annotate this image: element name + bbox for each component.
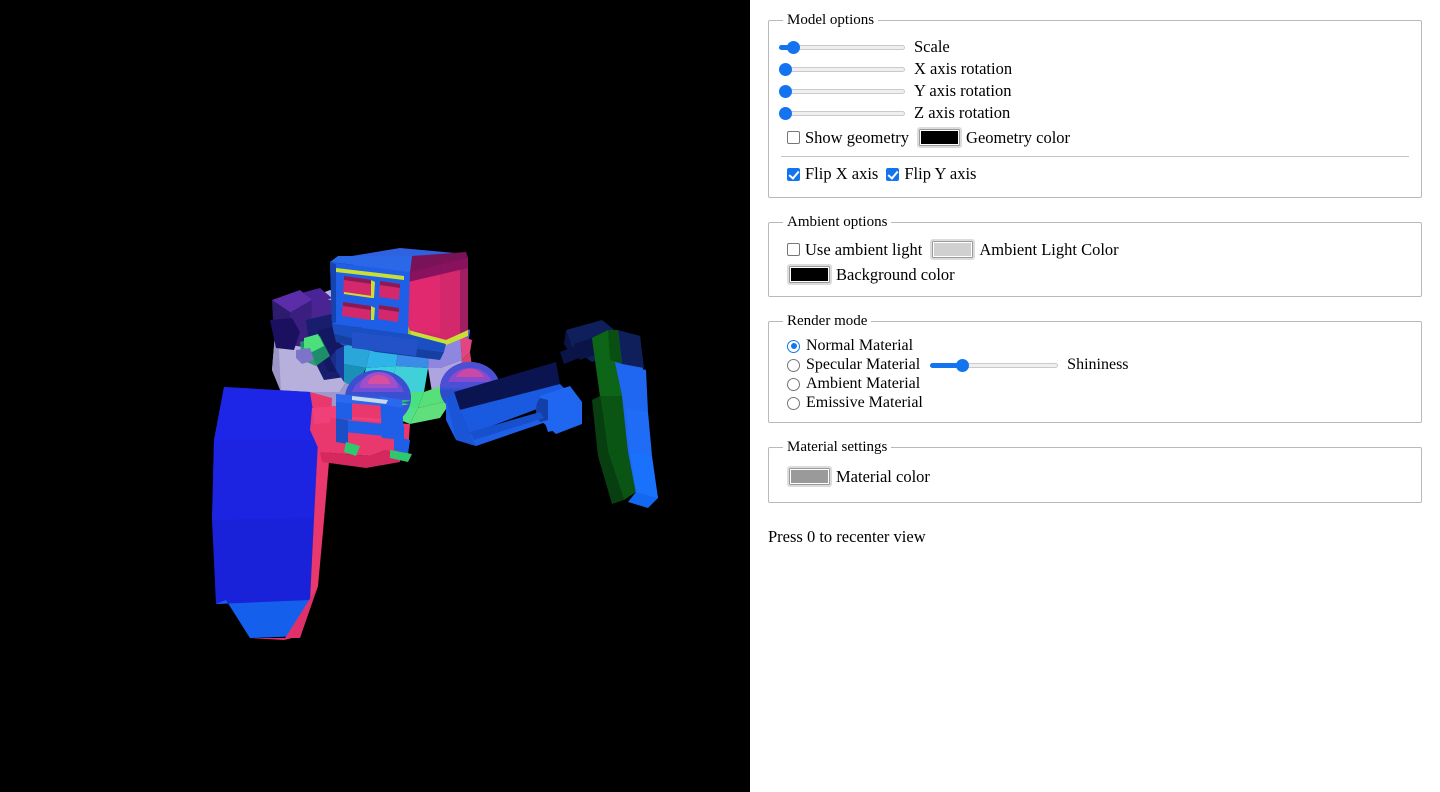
scale-slider-thumb[interactable]: [787, 41, 800, 54]
z-rotation-slider-row: Z axis rotation: [779, 103, 1411, 123]
shininess-slider[interactable]: [930, 357, 1059, 373]
show-geometry-checkbox[interactable]: [787, 131, 800, 144]
background-color-swatch[interactable]: [787, 264, 832, 285]
shininess-slider-thumb[interactable]: [956, 359, 970, 372]
use-ambient-light-checkbox[interactable]: [787, 243, 800, 256]
radio-emissive-material[interactable]: [787, 396, 800, 410]
scale-slider-label: Scale: [914, 37, 950, 56]
y-axis-rotation-slider-thumb[interactable]: [779, 85, 792, 98]
ambient-light-color-label: Ambient Light Color: [979, 239, 1119, 259]
flip-y-axis-checkbox[interactable]: [886, 167, 900, 181]
show-geometry-row: Show geometry Geometry color: [779, 127, 1411, 148]
z-axis-rotation-slider[interactable]: [779, 105, 905, 121]
y-rotation-slider-row: Y axis rotation: [779, 81, 1411, 101]
x-rotation-slider-row: X axis rotation: [779, 59, 1411, 79]
ambient-light-color-swatch[interactable]: [930, 239, 976, 260]
use-ambient-light-label: Use ambient light: [805, 239, 923, 259]
scale-slider[interactable]: [779, 39, 905, 55]
flip-x-axis-checkbox[interactable]: [787, 167, 800, 181]
background-color-label: Background color: [836, 264, 955, 284]
y-axis-rotation-slider[interactable]: [779, 83, 905, 99]
x-axis-rotation-slider-thumb[interactable]: [779, 63, 792, 76]
z-axis-rotation-slider-thumb[interactable]: [779, 107, 792, 120]
geometry-color-label: Geometry color: [966, 127, 1071, 147]
render-mode-option-normal-row: Normal Material: [779, 337, 1411, 355]
y-axis-rotation-slider-track: [779, 89, 905, 94]
radio-emissive-material-label: Emissive Material: [806, 394, 923, 411]
show-geometry-label: Show geometry: [805, 127, 910, 147]
material-color-label: Material color: [836, 466, 930, 486]
control-panel: Model options Scale X axis rotation Y ax…: [750, 0, 1440, 792]
render-mode-legend: Render mode: [787, 313, 868, 329]
material-color-row: Material color: [779, 466, 1411, 487]
recenter-hint: Press 0 to recenter view: [768, 527, 926, 546]
app-root: Model options Scale X axis rotation Y ax…: [0, 0, 1440, 792]
material-settings-legend: Material settings: [787, 439, 888, 455]
geometry-color-value: [921, 131, 959, 144]
render-mode-option-emissive-row: Emissive Material: [779, 394, 1411, 412]
background-color-value: [791, 268, 828, 281]
z-axis-rotation-label: Z axis rotation: [914, 103, 1011, 122]
ambient-light-color-value: [934, 243, 972, 256]
x-axis-rotation-slider-track: [779, 67, 905, 72]
ambient-options-legend: Ambient options: [787, 214, 888, 230]
model-options-fieldset: Model options Scale X axis rotation Y ax…: [768, 12, 1422, 198]
radio-ambient-material-label: Ambient Material: [806, 375, 921, 392]
flip-y-axis-label: Flip Y axis: [904, 164, 977, 183]
y-axis-rotation-label: Y axis rotation: [914, 81, 1012, 100]
radio-ambient-material[interactable]: [787, 377, 800, 391]
z-axis-rotation-slider-track: [779, 111, 905, 116]
x-axis-rotation-slider[interactable]: [779, 61, 905, 77]
radio-normal-material-label: Normal Material: [806, 337, 914, 354]
render-mode-option-ambient-row: Ambient Material: [779, 375, 1411, 393]
model-render[interactable]: [0, 0, 750, 792]
shininess-label: Shininess: [1067, 356, 1129, 373]
render-mode-fieldset: Render mode Normal Material Specular Mat…: [768, 313, 1422, 423]
x-axis-rotation-label: X axis rotation: [914, 59, 1013, 78]
radio-specular-material[interactable]: [787, 358, 800, 372]
use-ambient-light-row: Use ambient light Ambient Light Color: [779, 239, 1411, 260]
model-options-separator: [781, 156, 1409, 157]
radio-specular-material-label: Specular Material: [806, 356, 921, 373]
model-options-legend: Model options: [787, 12, 875, 28]
scale-slider-row: Scale: [779, 37, 1411, 57]
geometry-color-swatch[interactable]: [917, 127, 963, 148]
ambient-options-fieldset: Ambient options Use ambient light Ambien…: [768, 214, 1422, 297]
flip-x-axis-label: Flip X axis: [805, 164, 879, 183]
3d-model-viewport[interactable]: [0, 0, 750, 792]
material-color-value: [791, 470, 828, 483]
material-color-swatch[interactable]: [787, 466, 832, 487]
radio-normal-material[interactable]: [787, 339, 800, 353]
material-settings-fieldset: Material settings Material color: [768, 439, 1422, 503]
render-mode-option-specular-row: Specular Material Shininess: [779, 356, 1411, 374]
flip-axis-row: Flip X axis Flip Y axis: [779, 164, 1411, 184]
background-color-row: Background color: [779, 264, 1411, 285]
